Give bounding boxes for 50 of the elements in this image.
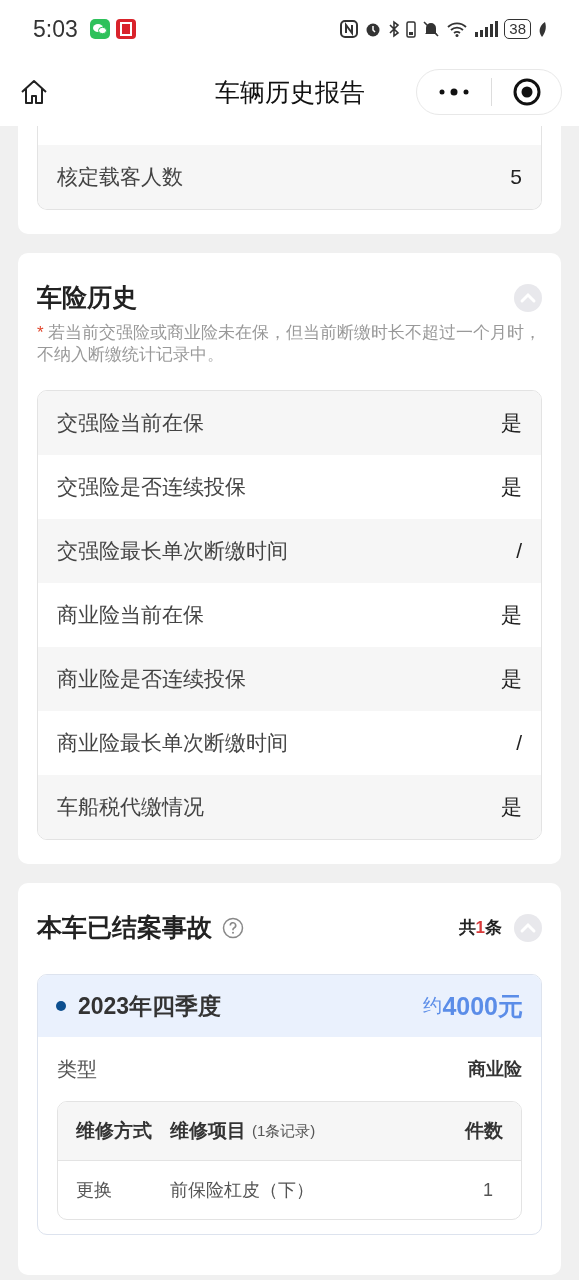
section-title: 车险历史 bbox=[37, 282, 137, 313]
row-value: 5 bbox=[510, 165, 522, 189]
column-header: 维修方式 bbox=[76, 1119, 153, 1143]
amount-prefix: 约 bbox=[423, 994, 443, 1018]
battery-level: 38 bbox=[504, 19, 531, 39]
count-number: 1 bbox=[475, 917, 485, 938]
phone-battery-icon bbox=[406, 20, 417, 38]
signal-icon bbox=[474, 20, 499, 38]
row-value: 是 bbox=[501, 474, 522, 500]
row-value: / bbox=[516, 539, 522, 563]
column-header: 件数 bbox=[465, 1119, 503, 1143]
count-prefix: 共 bbox=[458, 917, 476, 939]
accident-amount: 4000元 bbox=[442, 990, 523, 1022]
row-label: 车船税代缴情况 bbox=[57, 794, 204, 820]
help-icon[interactable] bbox=[222, 916, 244, 939]
status-time: 5:03 bbox=[33, 15, 78, 43]
home-icon[interactable] bbox=[19, 77, 49, 107]
close-target-icon[interactable] bbox=[512, 78, 541, 106]
row-label: 核定载客人数 bbox=[57, 164, 183, 190]
leaf-icon bbox=[537, 20, 547, 38]
row-label: 交强险是否连续投保 bbox=[57, 474, 246, 500]
row-label: 商业险最长单次断缴时间 bbox=[57, 730, 288, 756]
table-cell-text: 更换 bbox=[76, 1179, 113, 1202]
note-text: * 若当前交强险或商业险未在保，但当前断缴时长不超过一个月时，不纳入断缴统计记录中。 bbox=[37, 322, 542, 366]
wifi-icon bbox=[446, 20, 469, 38]
column-header: 维修项目 bbox=[170, 1119, 246, 1143]
mute-bell-icon bbox=[422, 20, 441, 38]
chat-app-icon bbox=[89, 19, 110, 39]
table-cell-text: 前保险杠皮（下） bbox=[170, 1179, 314, 1202]
row-value: 是 bbox=[501, 602, 522, 628]
nfc-icon bbox=[340, 20, 359, 38]
type-value: 商业险 bbox=[468, 1058, 522, 1081]
bullet-icon bbox=[56, 1001, 66, 1011]
table-cell: 1 bbox=[483, 1179, 493, 1201]
app-icon bbox=[115, 19, 136, 39]
type-label: 类型 bbox=[57, 1056, 97, 1082]
count-suffix: 条 bbox=[485, 917, 502, 939]
accident-period: 2023年四季度 bbox=[78, 991, 222, 1021]
row-value: 是 bbox=[501, 666, 522, 692]
row-label: 商业险当前在保 bbox=[57, 602, 204, 628]
row-value: 是 bbox=[501, 410, 522, 436]
row-label: 交强险当前在保 bbox=[57, 410, 204, 436]
bluetooth-icon bbox=[388, 20, 401, 38]
section-title: 本车已结案事故 bbox=[37, 912, 212, 943]
row-value: / bbox=[516, 731, 522, 755]
record-count: (1条记录) bbox=[252, 1121, 316, 1141]
row-label: 商业险是否连续投保 bbox=[57, 666, 246, 692]
row-label: 交强险最长单次断缴时间 bbox=[57, 538, 288, 564]
row-value: 是 bbox=[501, 794, 522, 820]
page-title: 车辆历史报告 bbox=[214, 76, 365, 108]
